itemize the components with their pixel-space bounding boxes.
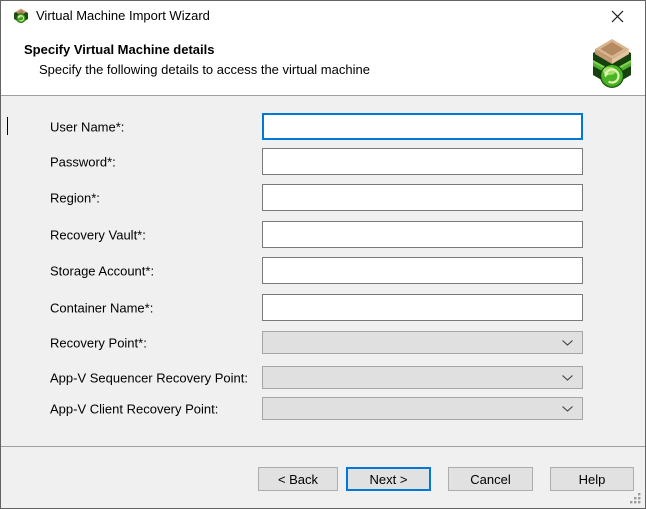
field-row: Storage Account*:: [1, 257, 645, 284]
app-v-sequencer-recovery-point-select[interactable]: [262, 366, 583, 389]
page-title: Specify Virtual Machine details: [24, 42, 215, 57]
password-label: Password*:: [50, 154, 116, 169]
package-icon: [13, 8, 29, 24]
chevron-down-icon: [562, 406, 573, 412]
recovery-point-label: Recovery Point*:: [50, 335, 147, 350]
field-row: User Name*:: [1, 113, 645, 140]
window-title: Virtual Machine Import Wizard: [36, 1, 210, 31]
back-button[interactable]: < Back: [258, 467, 338, 491]
text-caret: [7, 117, 8, 135]
container-name-label: Container Name*:: [50, 300, 153, 315]
field-row: App-V Sequencer Recovery Point:: [1, 366, 645, 389]
package-recycle-icon: [590, 38, 634, 90]
storage-account-label: Storage Account*:: [50, 263, 154, 278]
field-row: Region*:: [1, 184, 645, 211]
field-row: Recovery Vault*:: [1, 221, 645, 248]
password-input[interactable]: [262, 148, 583, 175]
field-row: Container Name*:: [1, 294, 645, 321]
user-name-input[interactable]: [262, 113, 583, 140]
app-v-client-recovery-point-label: App-V Client Recovery Point:: [50, 401, 218, 416]
field-row: Password*:: [1, 148, 645, 175]
wizard-window: Virtual Machine Import Wizard Specify Vi…: [0, 0, 646, 509]
recovery-point-select[interactable]: [262, 331, 583, 354]
region-input[interactable]: [262, 184, 583, 211]
footer-divider: [1, 446, 645, 447]
close-icon: [611, 10, 624, 23]
user-name-label: User Name*:: [50, 119, 124, 134]
close-button[interactable]: [589, 1, 645, 31]
wizard-header: Specify Virtual Machine details Specify …: [1, 31, 645, 96]
app-v-sequencer-recovery-point-label: App-V Sequencer Recovery Point:: [50, 370, 248, 385]
field-row: Recovery Point*:: [1, 331, 645, 354]
titlebar: Virtual Machine Import Wizard: [1, 1, 645, 31]
chevron-down-icon: [562, 340, 573, 346]
container-name-input[interactable]: [262, 294, 583, 321]
field-row: App-V Client Recovery Point:: [1, 397, 645, 420]
page-subtitle: Specify the following details to access …: [39, 62, 370, 77]
cancel-button[interactable]: Cancel: [448, 467, 533, 491]
help-button[interactable]: Help: [550, 467, 634, 491]
resize-grip[interactable]: [629, 492, 641, 504]
recovery-vault-input[interactable]: [262, 221, 583, 248]
region-label: Region*:: [50, 190, 100, 205]
storage-account-input[interactable]: [262, 257, 583, 284]
next-button[interactable]: Next >: [346, 467, 431, 491]
recovery-vault-label: Recovery Vault*:: [50, 227, 146, 242]
chevron-down-icon: [562, 375, 573, 381]
app-v-client-recovery-point-select[interactable]: [262, 397, 583, 420]
